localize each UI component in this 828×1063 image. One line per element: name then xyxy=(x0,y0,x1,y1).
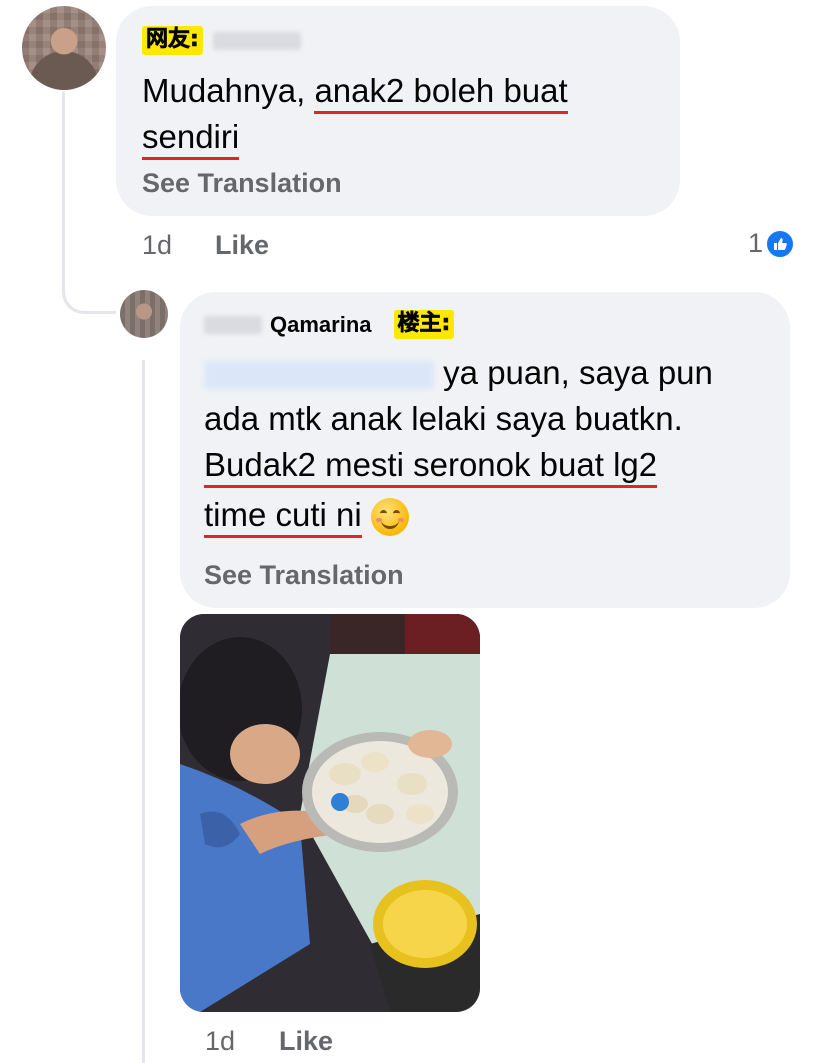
see-translation-link[interactable]: See Translation xyxy=(142,168,342,199)
thread-connector xyxy=(62,92,116,314)
comment-text: Mudahnya, anak2 boleh buat sendiri xyxy=(142,68,672,160)
comment-header: 网友: xyxy=(142,26,301,55)
thumbs-up-icon xyxy=(765,228,796,259)
blurred-author-first-name[interactable] xyxy=(204,315,262,334)
reply-text-highlight-2: time cuti ni xyxy=(204,496,362,538)
see-translation-link[interactable]: See Translation xyxy=(204,560,404,591)
like-button[interactable]: Like xyxy=(215,230,269,261)
reply-thread-line xyxy=(142,360,145,1063)
reaction-summary[interactable]: 1 xyxy=(748,228,796,259)
reply-text-line-1: ya puan, saya pun xyxy=(443,354,713,391)
comment-text-highlight-2: sendiri xyxy=(142,118,240,160)
reply-text: ya puan, saya pun ada mtk anak lelaki sa… xyxy=(204,350,784,542)
blurred-author-name[interactable] xyxy=(212,31,301,50)
blurred-mention[interactable] xyxy=(204,361,434,390)
reply-header: Qamarina 楼主: xyxy=(204,310,455,339)
reply-bubble: Qamarina 楼主: ya puan, saya pun ada mtk a… xyxy=(180,292,790,608)
comment-text-highlight-1: anak2 boleh buat xyxy=(314,72,568,114)
photo-illustration xyxy=(180,614,480,1012)
comment-bubble: 网友: Mudahnya, anak2 boleh buat sendiri S… xyxy=(116,6,680,216)
like-count: 1 xyxy=(748,228,764,258)
reply-like-button[interactable]: Like xyxy=(279,1026,333,1057)
reply-text-highlight-1: Budak2 mesti seronok buat lg2 xyxy=(204,446,658,488)
comment-timestamp[interactable]: 1d xyxy=(142,230,172,261)
comment-text-plain: Mudahnya, xyxy=(142,72,315,109)
attached-photo[interactable] xyxy=(180,614,480,1012)
thread-owner-tag: 楼主: xyxy=(393,310,455,339)
commenter-avatar[interactable] xyxy=(22,6,106,90)
netizen-tag: 网友: xyxy=(142,26,203,55)
reply-timestamp[interactable]: 1d xyxy=(205,1026,235,1057)
smiling-face-icon xyxy=(370,498,409,537)
reply-author-name[interactable]: Qamarina xyxy=(270,312,372,338)
reply-text-line-2: ada mtk anak lelaki saya buatkn. xyxy=(204,400,683,437)
replier-avatar[interactable] xyxy=(120,290,168,338)
